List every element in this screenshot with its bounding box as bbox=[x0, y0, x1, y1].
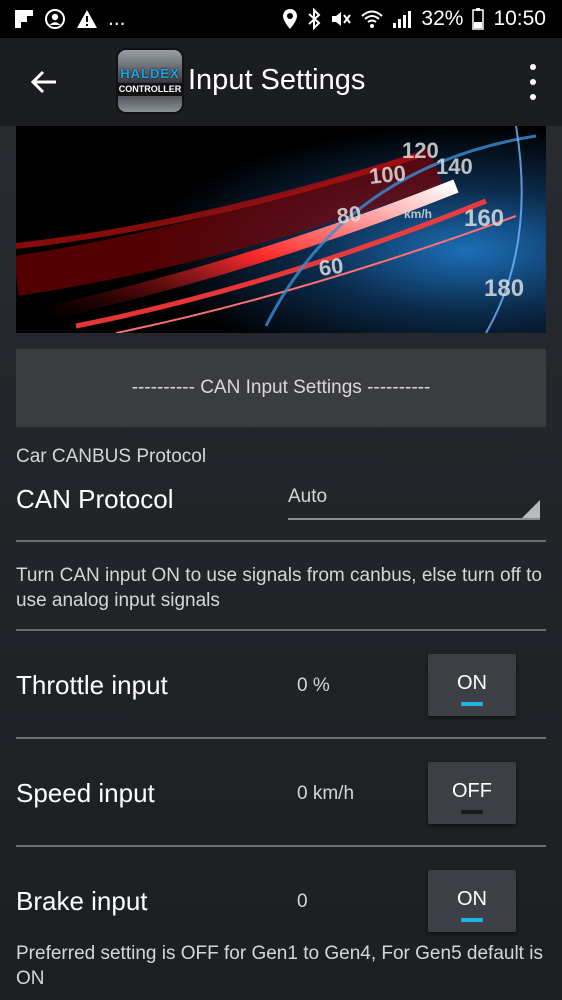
signal-icon bbox=[392, 9, 412, 29]
wifi-icon bbox=[361, 9, 384, 29]
speedometer-image: 60 80 100 120 140 160 180 km/h bbox=[16, 126, 546, 333]
brake-input-label: Brake input bbox=[16, 886, 148, 916]
banner-number: 180 bbox=[484, 275, 524, 302]
throttle-input-toggle[interactable]: ON bbox=[428, 654, 516, 716]
banner-number: 120 bbox=[402, 138, 439, 163]
toggle-label: ON bbox=[457, 672, 487, 694]
more-vert-icon-dot bbox=[530, 79, 536, 85]
can-input-settings-header: ---------- CAN Input Settings ---------- bbox=[16, 349, 546, 427]
warning-icon bbox=[76, 9, 98, 29]
divider bbox=[16, 845, 546, 847]
can-input-description: Turn CAN input ON to use signals from ca… bbox=[16, 565, 542, 611]
throttle-input-label: Throttle input bbox=[16, 670, 168, 700]
can-protocol-dropdown[interactable]: Auto bbox=[288, 482, 540, 520]
speed-input-label: Speed input bbox=[16, 778, 155, 808]
battery-icon bbox=[472, 8, 485, 30]
speed-input-value: 0 km/h bbox=[297, 783, 355, 804]
battery-percent: 32% bbox=[421, 7, 464, 30]
back-button[interactable] bbox=[26, 64, 62, 100]
toggle-indicator-on bbox=[461, 702, 483, 706]
footer-note: Preferred setting is OFF for Gen1 to Gen… bbox=[16, 943, 543, 989]
banner-number: 60 bbox=[317, 253, 345, 281]
toggle-indicator-on bbox=[461, 918, 483, 922]
brake-input-value: 0 bbox=[297, 891, 308, 912]
mute-icon bbox=[330, 9, 352, 29]
speedometer-banner: 60 80 100 120 140 160 180 km/h bbox=[16, 126, 546, 333]
divider bbox=[16, 629, 546, 631]
banner-number: 160 bbox=[464, 205, 504, 232]
banner-unit: km/h bbox=[404, 207, 432, 221]
overflow-menu-button[interactable] bbox=[526, 64, 540, 100]
clock: 10:50 bbox=[493, 7, 546, 30]
can-protocol-selected: Auto bbox=[288, 486, 328, 507]
protocol-group-label: Car CANBUS Protocol bbox=[16, 446, 207, 467]
app-logo: HALDEX CONTROLLER bbox=[115, 48, 185, 114]
bluetooth-icon bbox=[307, 8, 321, 30]
banner-number: 80 bbox=[335, 201, 363, 229]
banner-number: 140 bbox=[436, 154, 473, 179]
more-vert-icon-dot bbox=[530, 94, 536, 100]
page-title: Input Settings bbox=[188, 64, 366, 96]
can-protocol-label: CAN Protocol bbox=[16, 484, 174, 514]
account-circle-icon bbox=[44, 8, 66, 30]
more-vert-icon-dot bbox=[530, 64, 536, 70]
location-icon bbox=[282, 8, 298, 30]
logo-bottom-text: CONTROLLER bbox=[115, 82, 185, 96]
status-bar: ... 32% 10:50 bbox=[0, 0, 562, 38]
flipboard-icon bbox=[14, 9, 34, 29]
toggle-indicator-off bbox=[461, 810, 483, 814]
toggle-label: ON bbox=[457, 888, 487, 910]
speed-input-toggle[interactable]: OFF bbox=[428, 762, 516, 824]
arrow-back-icon bbox=[30, 70, 56, 94]
app-bar: HALDEX CONTROLLER Input Settings bbox=[0, 38, 562, 126]
screen: ... 32% 10:50 HALDEX CONTROLLER Input Se… bbox=[0, 0, 562, 1000]
banner-number: 100 bbox=[368, 160, 407, 189]
dropdown-arrow-icon bbox=[522, 500, 540, 518]
toggle-label: OFF bbox=[452, 780, 492, 802]
throttle-input-value: 0 % bbox=[297, 675, 330, 696]
brake-input-toggle[interactable]: ON bbox=[428, 870, 516, 932]
divider bbox=[16, 737, 546, 739]
more-notifications: ... bbox=[108, 7, 126, 30]
divider bbox=[16, 540, 546, 542]
logo-top-text: HALDEX bbox=[120, 65, 180, 81]
